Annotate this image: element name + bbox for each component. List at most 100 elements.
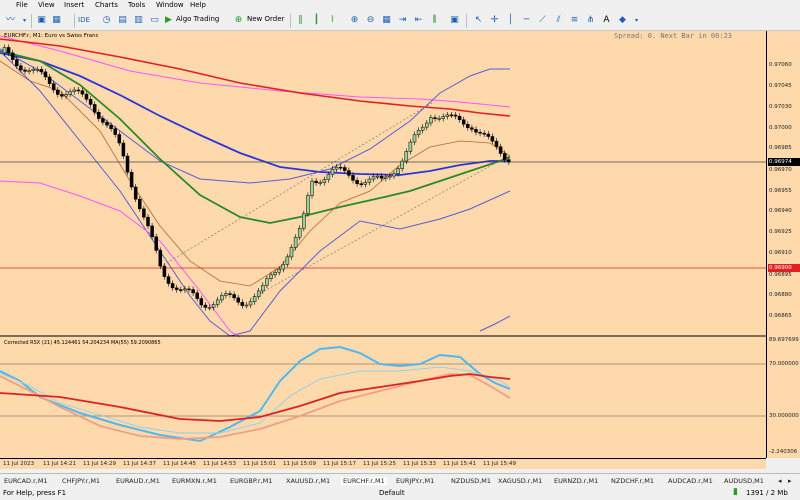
- line-chart-icon[interactable]: ⌇: [326, 14, 339, 27]
- tab-eurjpy[interactable]: EURJPY.r,M1: [396, 477, 434, 485]
- chart-area[interactable]: [0, 31, 766, 458]
- status-profile: Default: [379, 489, 405, 497]
- tab-eurcad[interactable]: EURCAD.r,M1: [4, 477, 48, 485]
- menu-help[interactable]: Help: [190, 1, 206, 9]
- candle-body: [51, 83, 56, 91]
- candle-body: [306, 195, 310, 214]
- candle-body: [375, 175, 380, 178]
- cursor-icon[interactable]: ↖: [472, 14, 485, 27]
- price-label: 0.96865: [769, 313, 792, 319]
- candle-body: [187, 288, 191, 291]
- price-label: 0.96970: [769, 167, 792, 173]
- menu-insert[interactable]: Insert: [64, 1, 84, 9]
- zoom-out-icon[interactable]: ⊖: [364, 14, 377, 27]
- price-scale[interactable]: 0.97060 0.97045 0.97030 0.97000 0.96985 …: [766, 31, 800, 458]
- history-icon[interactable]: ◷: [100, 14, 113, 27]
- horizontal-line-icon[interactable]: ─: [520, 14, 533, 27]
- new-order-icon[interactable]: ⊕: [232, 14, 245, 27]
- candle-body: [84, 93, 89, 100]
- time-label: 11 Jul 15:33: [403, 461, 436, 467]
- candle-body: [408, 141, 413, 152]
- vertical-line-icon[interactable]: │: [504, 14, 517, 27]
- candle-body: [6, 47, 11, 54]
- rsx-salmon-line: [0, 373, 511, 440]
- new-order-button[interactable]: New Order: [247, 15, 284, 23]
- candle-body: [400, 160, 404, 169]
- candle-body: [256, 290, 261, 297]
- grid-icon[interactable]: ▦: [380, 14, 393, 27]
- fibonacci-icon[interactable]: ≡: [568, 14, 581, 27]
- candle-body: [470, 127, 474, 130]
- time-axis[interactable]: 11 Jul 2023 11 Jul 14:21 11 Jul 14:29 11…: [0, 458, 766, 469]
- candle-body: [64, 94, 68, 97]
- algo-trading-icon[interactable]: ▶: [162, 14, 175, 27]
- tab-nzdchf[interactable]: NZDCHF.r,M1: [611, 477, 654, 485]
- tab-eurmxn[interactable]: EURMXN.r,M1: [172, 477, 217, 485]
- tabs-scroll-left-icon[interactable]: ◂: [778, 477, 782, 485]
- chart-type-icon[interactable]: 〰: [4, 14, 17, 27]
- candle-body: [490, 136, 495, 142]
- tab-audusd[interactable]: AUDUSD,M1: [724, 477, 764, 485]
- tab-euraud[interactable]: EURAUD.r,M1: [116, 477, 160, 485]
- templates-icon[interactable]: ▣: [448, 14, 461, 27]
- candle-body: [183, 288, 187, 291]
- scroll-icon[interactable]: ⇥: [396, 14, 409, 27]
- price-label: 0.97060: [769, 62, 792, 68]
- bar-chart-icon[interactable]: ‖: [294, 14, 307, 27]
- candle-body: [191, 289, 195, 294]
- candle-body: [388, 175, 392, 178]
- candle-body: [318, 182, 322, 184]
- candle-body: [289, 247, 294, 258]
- tab-eurchf[interactable]: EURCHF.r,M1: [341, 477, 387, 485]
- menu-view[interactable]: View: [38, 1, 55, 9]
- candle-body: [162, 265, 167, 277]
- candle-body: [322, 179, 327, 183]
- text-tool-icon[interactable]: A: [600, 14, 613, 27]
- tab-eurgbp[interactable]: EURGBP.r,M1: [230, 477, 272, 485]
- dropdown-icon[interactable]: ▾: [18, 14, 31, 27]
- terminal-icon[interactable]: ▭: [148, 14, 161, 27]
- candle-body: [293, 236, 298, 248]
- tab-xagusd[interactable]: XAGUSD.r,M1: [498, 477, 542, 485]
- shift-icon[interactable]: ⇤: [412, 14, 425, 27]
- candle-body: [125, 155, 130, 173]
- time-label: 11 Jul 15:49: [483, 461, 516, 467]
- navigator-icon[interactable]: ▥: [132, 14, 145, 27]
- tab-eurnzd[interactable]: EURNZD.r,M1: [554, 477, 598, 485]
- profiles-icon[interactable]: ▦: [50, 14, 63, 27]
- candle-body: [121, 142, 126, 157]
- market-watch-icon[interactable]: ▤: [116, 14, 129, 27]
- tab-nzdusd[interactable]: NZDUSD,M1: [451, 477, 491, 485]
- candle-body: [117, 134, 122, 144]
- zoom-in-icon[interactable]: ⊕: [348, 14, 361, 27]
- candle-body: [461, 119, 466, 125]
- rsi-scale-label: -2.240306: [769, 449, 798, 455]
- menu-window[interactable]: Window: [156, 1, 184, 9]
- shapes-icon[interactable]: ◆: [616, 14, 629, 27]
- channel-icon[interactable]: ⫽: [552, 14, 565, 27]
- chart-canvas: [0, 35, 766, 443]
- tabs-scroll-right-icon[interactable]: ▸: [788, 477, 792, 485]
- menu-charts[interactable]: Charts: [95, 1, 118, 9]
- menu-file[interactable]: File: [16, 1, 28, 9]
- crosshair-icon[interactable]: ✛: [488, 14, 501, 27]
- pitchfork-icon[interactable]: ⋔: [584, 14, 597, 27]
- indicators-icon[interactable]: ⫼: [428, 14, 441, 27]
- candle-body: [498, 146, 503, 154]
- tab-xauusd[interactable]: XAUUSD.r,M1: [286, 477, 330, 485]
- algo-trading-button[interactable]: Algo Trading: [176, 15, 219, 23]
- more-tools-icon[interactable]: ▾: [630, 14, 643, 27]
- tab-chfjpy[interactable]: CHFJPY.r,M1: [62, 477, 100, 485]
- candle-body: [347, 170, 351, 176]
- candlestick-icon[interactable]: ┃: [310, 14, 323, 27]
- candle-body: [297, 227, 302, 238]
- candle-body: [392, 173, 396, 177]
- new-chart-icon[interactable]: ▣: [35, 14, 48, 27]
- tab-audcad[interactable]: AUDCAD.r,M1: [668, 477, 713, 485]
- candle-body: [265, 278, 269, 286]
- candle-body: [15, 59, 19, 67]
- menu-tools[interactable]: Tools: [128, 1, 145, 9]
- ide-button[interactable]: IDE: [78, 14, 90, 27]
- price-label: 0.96940: [769, 208, 792, 214]
- trendline-icon[interactable]: ⟋: [536, 14, 549, 27]
